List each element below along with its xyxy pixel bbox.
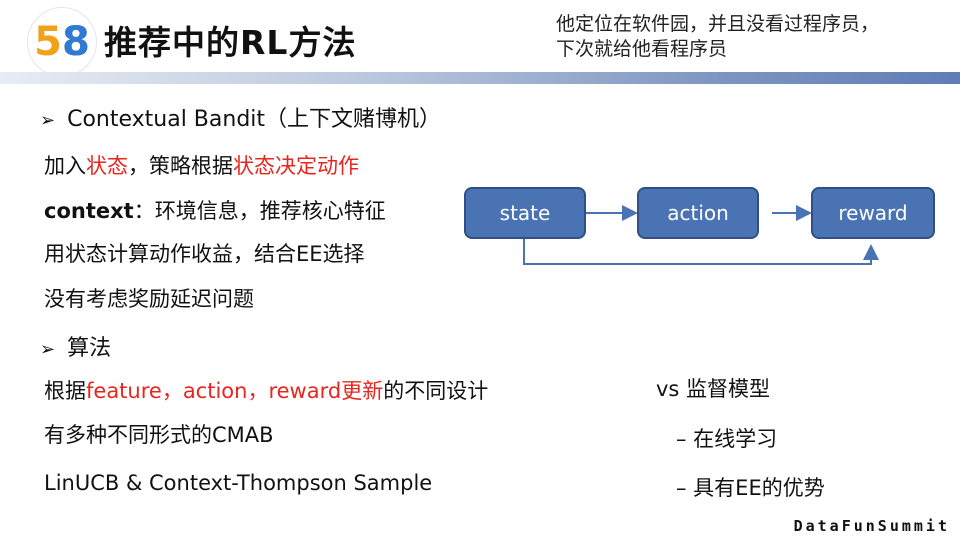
s2-line-1: 根据feature，action，reward更新的不同设计 bbox=[44, 375, 488, 405]
bullet-heading-text: 算法 bbox=[67, 336, 112, 361]
flow-box-action: action bbox=[637, 187, 759, 239]
s1-line1-d: 状态决定动作 bbox=[233, 154, 359, 178]
header-divider-bar bbox=[0, 72, 960, 84]
arrow-bullet-icon: ➢ bbox=[40, 339, 56, 360]
page-title: 推荐中的RL方法 bbox=[104, 23, 357, 62]
s2-line1-a: 根据 bbox=[44, 379, 86, 403]
s1-line-3: 用状态计算动作收益，结合EE选择 bbox=[44, 242, 365, 266]
logo-digit-8: 8 bbox=[62, 19, 90, 65]
vs-item-ee-advantage: – 具有EE的优势 bbox=[676, 476, 825, 500]
s1-line-2: context：环境信息，推荐核心特征 bbox=[44, 195, 386, 225]
flow-box-reward: reward bbox=[811, 187, 935, 239]
s1-line1-c: ，策略根据 bbox=[128, 154, 233, 178]
bullet-contextual-bandit: ➢ Contextual Bandit（上下文赌博机） bbox=[40, 101, 441, 133]
vs-item-online-learning: – 在线学习 bbox=[676, 427, 778, 451]
arrow-bullet-icon: ➢ bbox=[40, 110, 56, 131]
note-line-1: 他定位在软件园，并且没看过程序员， bbox=[556, 13, 880, 35]
logo: 58 bbox=[28, 8, 96, 76]
s1-line-1: 加入状态，策略根据状态决定动作 bbox=[44, 150, 359, 180]
bullet-heading-text: Contextual Bandit（上下文赌博机） bbox=[67, 107, 442, 132]
s1-line2-b: ：环境信息，推荐核心特征 bbox=[133, 199, 386, 223]
s1-line1-a: 加入 bbox=[44, 154, 86, 178]
s2-line1-c: 的不同设计 bbox=[383, 379, 489, 403]
flow-box-state: state bbox=[464, 187, 586, 239]
s2-line-3: LinUCB & Context-Thompson Sample bbox=[44, 471, 433, 495]
note-line-2: 下次就给他看程序员 bbox=[556, 38, 728, 60]
footer-brand: DataFunSummit bbox=[793, 517, 950, 535]
s1-line1-b: 状态 bbox=[86, 154, 128, 178]
bullet-algorithm: ➢ 算法 bbox=[40, 330, 111, 362]
arrow-state-to-reward bbox=[523, 239, 879, 265]
logo-digit-5: 5 bbox=[34, 19, 62, 65]
speaker-note: 他定位在软件园，并且没看过程序员， 下次就给他看程序员 bbox=[556, 12, 956, 62]
s2-line1-b: feature，action，reward更新 bbox=[86, 379, 384, 403]
s1-line-4: 没有考虑奖励延迟问题 bbox=[44, 287, 254, 311]
s2-line-2: 有多种不同形式的CMAB bbox=[44, 423, 274, 447]
vs-title: vs 监督模型 bbox=[656, 377, 771, 401]
s1-line2-a: context bbox=[44, 199, 134, 223]
